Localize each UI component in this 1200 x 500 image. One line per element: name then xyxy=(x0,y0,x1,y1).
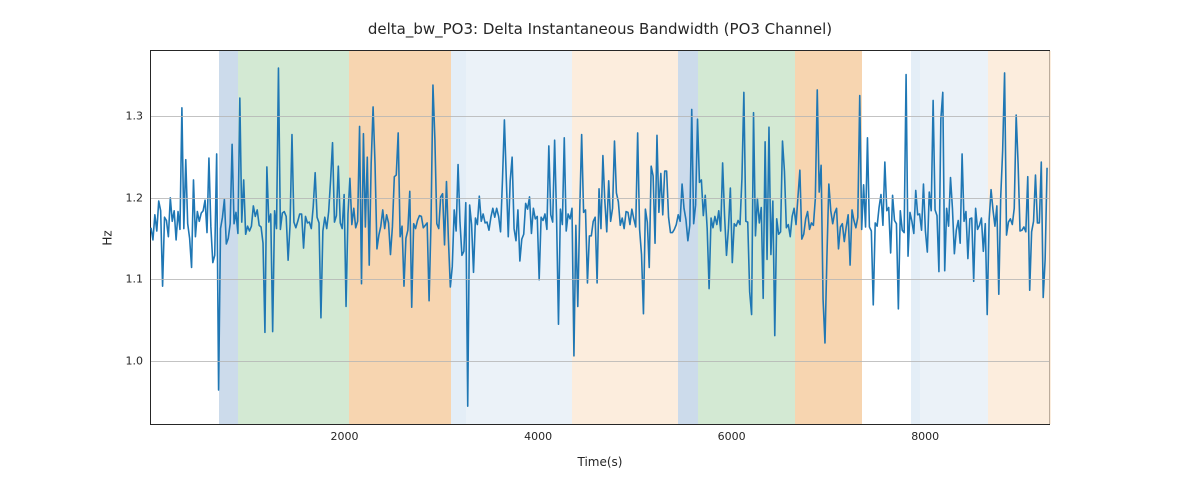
plot-area: 1.01.11.21.32000400060008000 xyxy=(150,50,1050,425)
x-tick-label: 2000 xyxy=(331,424,359,443)
gridline xyxy=(151,361,1049,362)
plot-svg xyxy=(151,51,1049,424)
x-tick-label: 6000 xyxy=(718,424,746,443)
y-tick-label: 1.1 xyxy=(126,273,152,286)
x-axis-label: Time(s) xyxy=(150,455,1050,469)
y-tick-label: 1.0 xyxy=(126,354,152,367)
figure: delta_bw_PO3: Delta Instantaneous Bandwi… xyxy=(0,0,1200,500)
gridline xyxy=(151,198,1049,199)
x-tick-label: 8000 xyxy=(911,424,939,443)
y-axis-label: Hz xyxy=(98,50,118,425)
y-tick-label: 1.2 xyxy=(126,191,152,204)
series-line xyxy=(151,68,1047,406)
gridline xyxy=(151,116,1049,117)
chart-title: delta_bw_PO3: Delta Instantaneous Bandwi… xyxy=(0,20,1200,38)
y-tick-label: 1.3 xyxy=(126,110,152,123)
x-tick-label: 4000 xyxy=(524,424,552,443)
gridline xyxy=(151,279,1049,280)
